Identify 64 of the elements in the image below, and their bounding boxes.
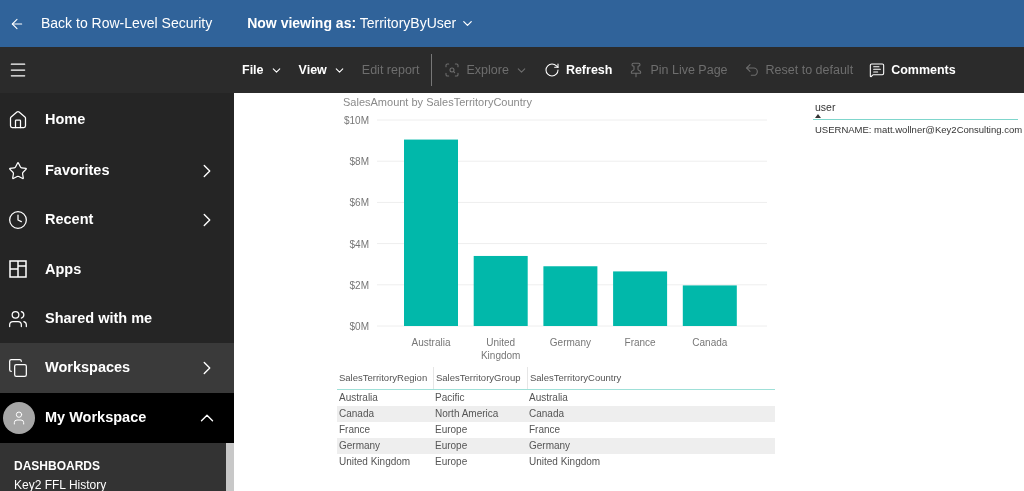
axis-label: Canada [692, 337, 728, 348]
star-icon [8, 160, 28, 181]
table-cell-text: Pacific [434, 391, 466, 406]
chart-title: SalesAmount by SalesTerritoryCountry [343, 97, 533, 108]
card-title: user [814, 101, 837, 115]
scrollbar[interactable] [226, 443, 234, 491]
axis-label: $8M [349, 156, 369, 168]
sidebar-item[interactable]: My Workspace [0, 392, 234, 443]
sidebar-item[interactable]: Shared with me [0, 294, 234, 344]
table-cell-text: United Kingdom [338, 455, 412, 470]
table-cell-text: Australia [528, 391, 569, 406]
toolbar-button[interactable]: Refresh [535, 47, 621, 93]
bar[interactable] [682, 285, 737, 326]
sort-up-icon [815, 114, 821, 119]
axis-label: $0M [349, 321, 369, 332]
grid-icon [8, 259, 28, 280]
table-cell-text: France [528, 423, 562, 438]
table-cell-text: United Kingdom [528, 455, 602, 470]
home-icon [8, 109, 28, 130]
back-link[interactable]: Back to Row-Level Security [9, 13, 213, 34]
axis-label: $2M [349, 279, 369, 291]
person-icon [11, 409, 27, 426]
clock-icon [8, 210, 28, 231]
toolbar-button[interactable]: Comments [861, 47, 964, 93]
undo-icon [743, 62, 760, 78]
table-cell-text: North America [434, 407, 500, 422]
sidebar-item[interactable]: Home [0, 93, 234, 147]
table-cell-text: Europe [434, 423, 469, 438]
column-header[interactable]: SalesTerritoryGroup [433, 367, 527, 390]
refresh-icon [543, 62, 560, 78]
explore-icon [444, 62, 461, 78]
table-cell-text: Germany [338, 439, 382, 454]
section-heading: DASHBOARDS [14, 458, 101, 475]
people-icon [8, 308, 28, 329]
sidebar-item[interactable]: Workspaces [0, 343, 234, 393]
table-cell-text: Canada [528, 407, 566, 422]
column-header[interactable]: SalesTerritoryRegion [337, 367, 433, 390]
axis-label: France [624, 337, 656, 348]
sidebar-item[interactable]: Recent [0, 195, 234, 245]
axis-label: $4M [349, 238, 369, 250]
table-cell-text: Canada [338, 407, 376, 422]
table-cell-text: Europe [434, 439, 469, 454]
axis-label: $6M [349, 197, 369, 209]
bar[interactable] [404, 139, 458, 326]
axis-label: Australia [411, 337, 451, 348]
table-cell-text: Germany [528, 439, 572, 454]
role-dropdown[interactable]: Now viewing as: TerritoryByUser [247, 13, 476, 34]
axis-label: United Kingdom [480, 337, 521, 361]
bar[interactable] [613, 271, 668, 326]
column-header[interactable]: SalesTerritoryCountry [527, 367, 625, 390]
comment-icon [869, 62, 886, 78]
sidebar-item[interactable]: Favorites [0, 146, 234, 196]
toolbar-button[interactable]: View [290, 47, 354, 93]
axis-label: $10M [344, 115, 369, 126]
table-cell-text: France [338, 423, 372, 438]
table-cell-text: Europe [434, 455, 469, 470]
bar[interactable] [543, 266, 598, 326]
stacked-windows-icon [8, 358, 28, 379]
sidebar-item[interactable]: Apps [0, 244, 234, 295]
dashboard-link[interactable]: Key2 FFL History [14, 479, 226, 491]
toolbar-button[interactable]: File [234, 47, 291, 93]
bar[interactable] [473, 255, 528, 326]
axis-label: Germany [549, 337, 591, 348]
table-cell-text: Australia [338, 391, 379, 406]
